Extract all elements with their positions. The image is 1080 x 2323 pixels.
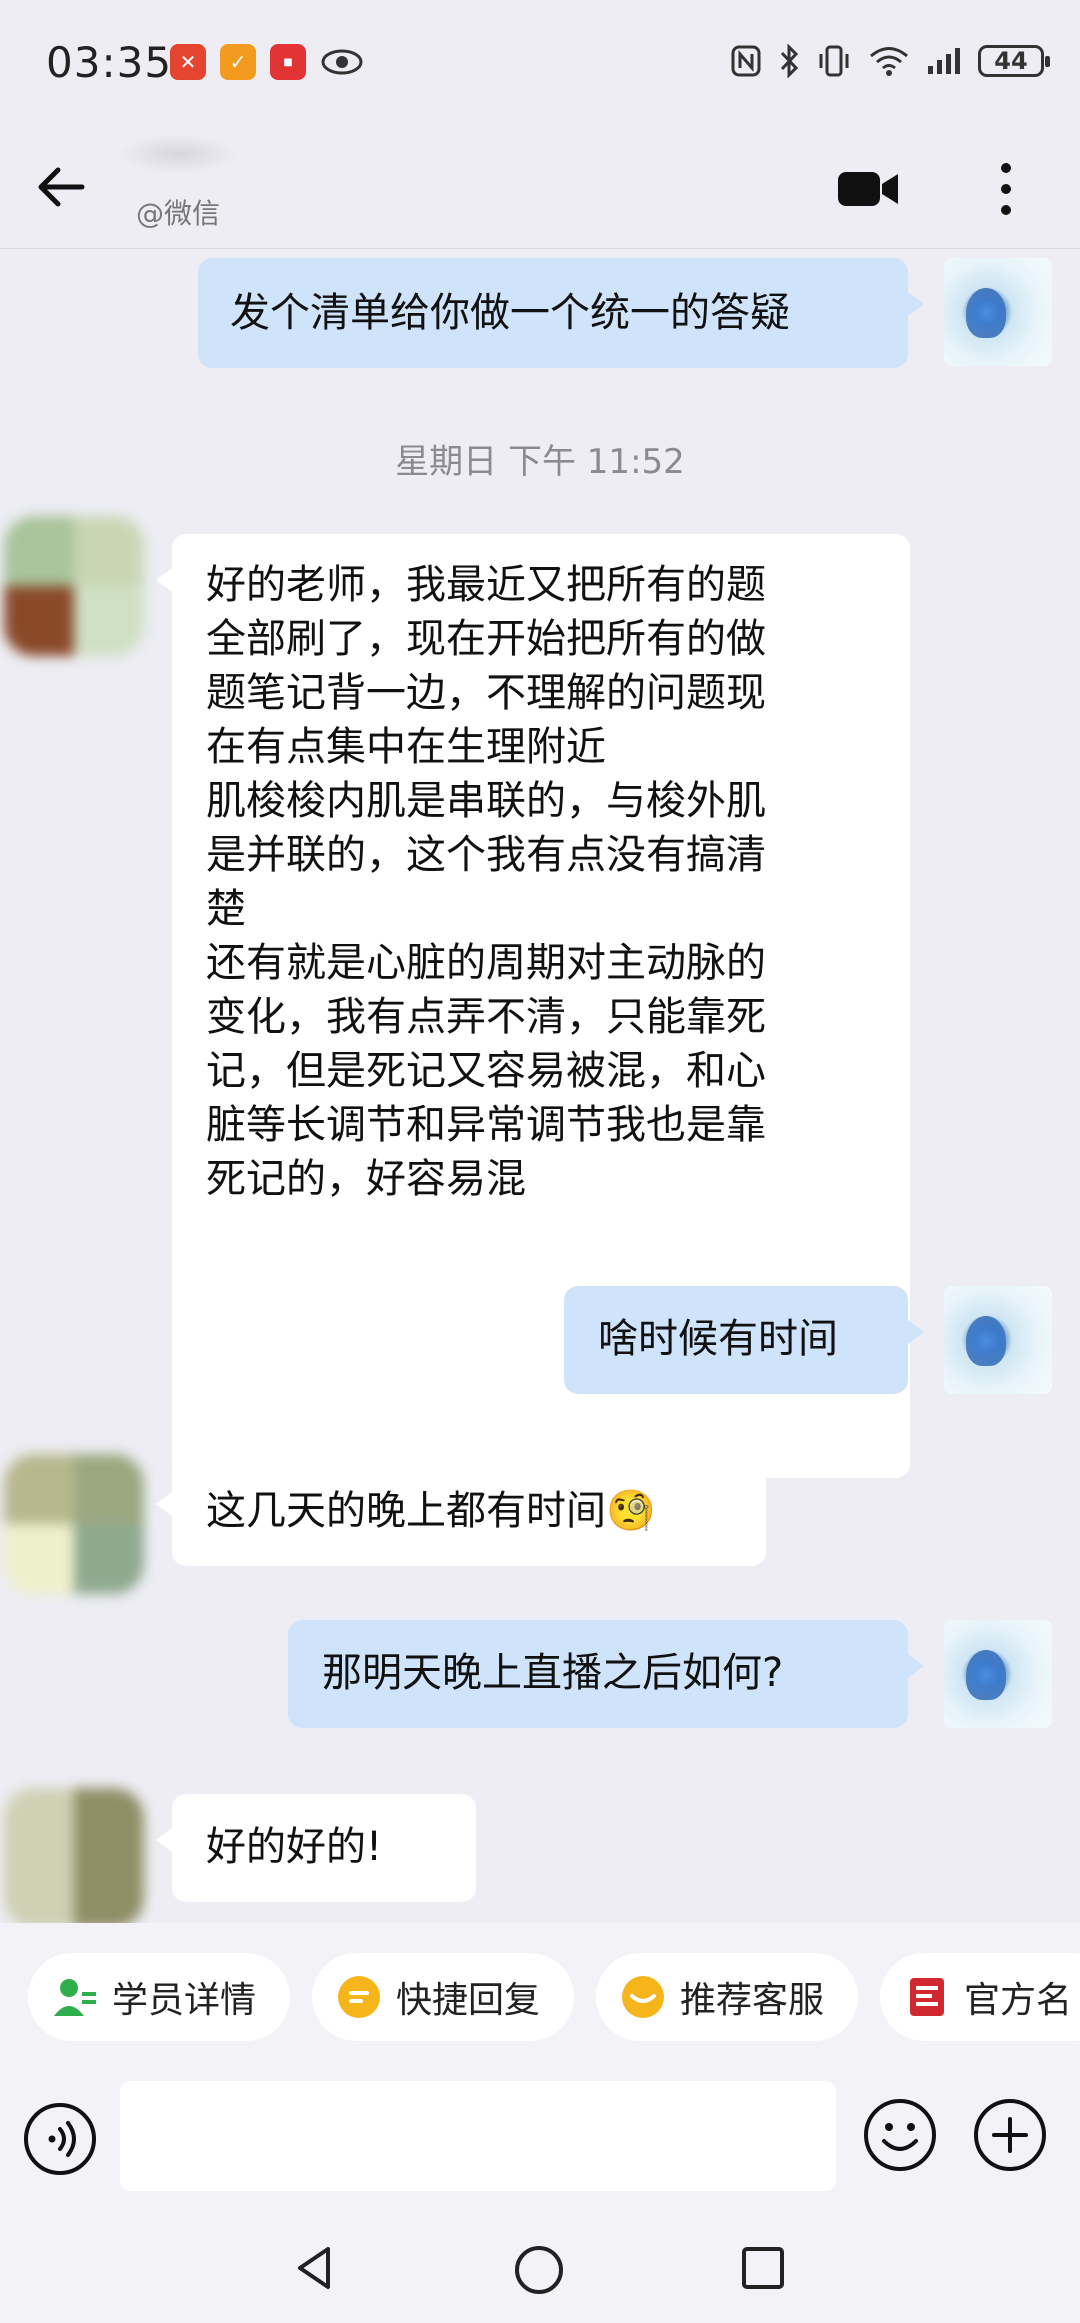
contact-name-blurred [118,134,238,174]
student-details-label: 学员详情 [112,1980,257,2021]
contact-avatar[interactable] [4,1454,144,1594]
nav-recent-icon[interactable] [740,2245,786,2291]
contact-avatar[interactable] [4,1788,144,1923]
notification-icons: ✕ ✓ ■ [170,44,364,80]
contact-avatar[interactable] [4,516,144,656]
input-bar [0,2071,1080,2213]
message-line: 题笔记背一边，不理解的问题现 [206,670,766,716]
battery-level: 44 [994,47,1028,75]
chat-header: @微信 [0,130,1080,249]
message-text: 这几天的晚上都有时间 [206,1488,606,1534]
chat-area[interactable]: 发个清单给你做一个统一的答疑 星期日 下午 11:52 好的老师，我最近又把所有… [0,248,1080,1923]
battery-icon: 44 [978,45,1050,77]
service-icon [620,1974,666,2020]
official-card-icon [904,1974,950,2020]
message-text: 那明天晚上直播之后如何? [322,1650,784,1696]
message-text: 啥时候有时间 [598,1316,838,1362]
contact-message-bubble[interactable]: 好的好的! [156,1794,476,1902]
signal-icon [928,48,960,74]
quick-actions-bar: 学员详情 快捷回复 推荐客服 官方名 [0,1923,1080,2071]
official-card-button[interactable]: 官方名 [880,1953,1080,2041]
message-line: 变化，我有点弄不清，只能靠死 [206,994,766,1040]
my-avatar[interactable] [944,1620,1052,1728]
recommend-service-button[interactable]: 推荐客服 [596,1953,858,2041]
quick-reply-button[interactable]: 快捷回复 [312,1953,574,2041]
plus-icon[interactable] [972,2097,1048,2173]
red-app-icon: ■ [270,44,306,80]
bluetooth-icon [780,44,799,78]
my-message-bubble[interactable]: 啥时候有时间 [564,1286,924,1394]
nav-home-icon[interactable] [512,2243,566,2297]
nav-back-icon[interactable] [290,2243,340,2293]
message-line: 全部刷了，现在开始把所有的做 [206,616,766,662]
contact-subtitle: @微信 [136,197,221,230]
student-details-button[interactable]: 学员详情 [28,1953,290,2041]
message-line: 肌梭梭内肌是串联的，与梭外肌 [206,778,766,824]
my-message-bubble[interactable]: 发个清单给你做一个统一的答疑 [198,258,924,368]
my-avatar[interactable] [944,258,1052,366]
my-message-bubble[interactable]: 那明天晚上直播之后如何? [288,1620,924,1728]
chat-timestamp: 星期日 下午 11:52 [395,442,685,482]
status-bar: 03:35 ✕ ✓ ■ 44 [0,0,1080,130]
system-nav-bar [0,2213,1080,2323]
nfc-icon [731,45,761,77]
more-icon[interactable] [986,154,1026,224]
emoji-icon[interactable] [862,2097,938,2173]
my-avatar[interactable] [944,1286,1052,1394]
contact-message-bubble[interactable]: 这几天的晚上都有时间🧐 [156,1458,766,1566]
message-line: 脏等长调节和异常调节我也是靠 [206,1102,766,1148]
message-line: 死记的，好容易混 [206,1156,526,1202]
vibrate-icon [819,45,849,77]
message-text: 好的好的! [206,1824,383,1870]
student-icon [52,1974,98,2020]
eye-icon [321,49,363,75]
voice-icon[interactable] [22,2101,98,2177]
video-call-icon[interactable] [836,156,902,222]
wifi-icon [870,47,908,76]
message-line: 楚 [206,886,246,932]
system-icons: 44 [730,44,1050,78]
message-line: 好的老师，我最近又把所有的题 [206,562,766,608]
message-line: 记，但是死记又容易被混，和心 [206,1048,766,1094]
thinking-face-emoji: 🧐 [606,1488,656,1534]
back-arrow-icon[interactable] [30,152,100,222]
recommend-service-label: 推荐客服 [680,1980,825,2021]
quick-reply-icon [336,1974,382,2020]
orange-app-icon: ✓ [220,44,256,80]
message-input[interactable] [120,2081,836,2191]
message-line: 是并联的，这个我有点没有搞清 [206,832,766,878]
message-line: 在有点集中在生理附近 [206,724,606,770]
official-card-label: 官方名 [964,1980,1073,2021]
message-text: 发个清单给你做一个统一的答疑 [230,290,790,336]
red-app-icon: ✕ [170,44,206,80]
message-line: 还有就是心脏的周期对主动脉的 [206,940,766,986]
status-time: 03:35 [46,38,173,87]
quick-reply-label: 快捷回复 [396,1980,541,2021]
